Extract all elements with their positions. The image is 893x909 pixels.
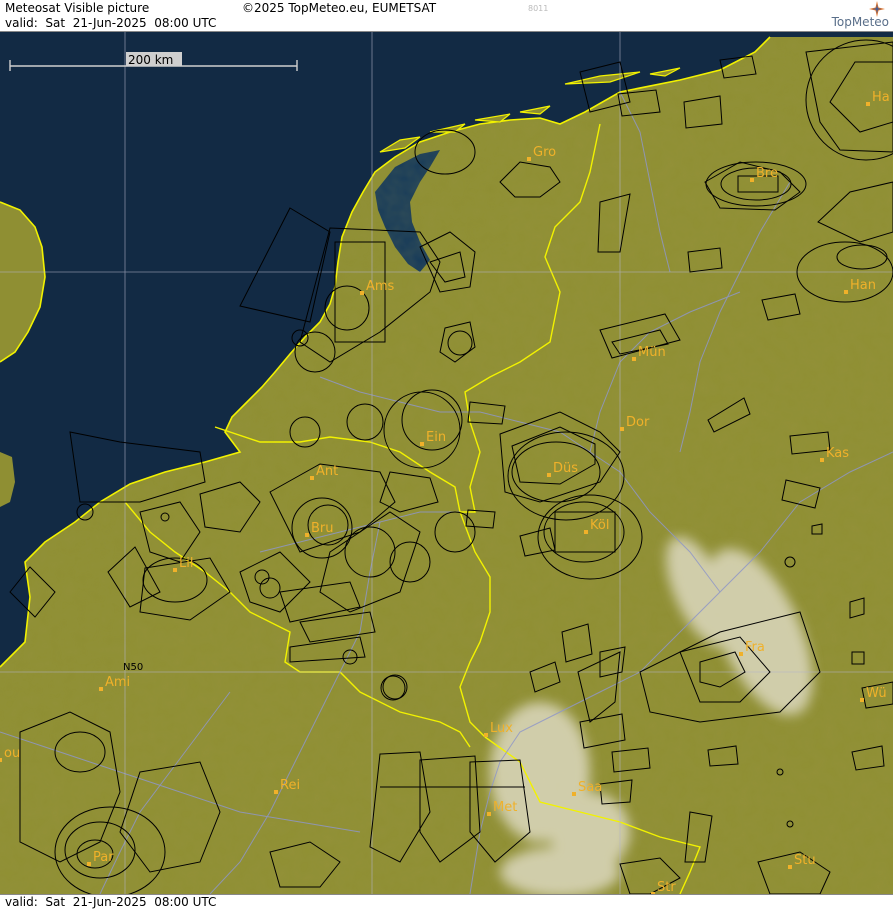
city-label: Han [850, 278, 876, 293]
city-marker [484, 733, 488, 737]
image-footer: valid: Sat 21-Jun-2025 08:00 UTC [0, 894, 893, 909]
city-marker [420, 442, 424, 446]
city-marker [572, 792, 576, 796]
city-label: Gro [533, 145, 556, 160]
city-marker [820, 458, 824, 462]
map-canvas: 200 km N50 Gro Bre Ha Han Ams Mün Dor Ein Kas Ant… [0, 32, 893, 898]
city-marker [99, 687, 103, 691]
city-marker [739, 652, 743, 656]
city-label: Stu [794, 853, 816, 868]
city-marker [173, 568, 177, 572]
image-title: Meteosat Visible picture [5, 1, 150, 15]
city-marker [310, 476, 314, 480]
city-label: Fra [745, 640, 765, 655]
city-label: Saa [578, 780, 602, 795]
city-marker [866, 102, 870, 106]
topmeteo-logo: TopMeteo [789, 1, 889, 31]
city-marker [305, 533, 309, 537]
city-label: Dor [626, 415, 650, 430]
city-label: Str [657, 880, 676, 894]
city-marker [584, 530, 588, 534]
control-zone-label: N50 [123, 662, 143, 673]
city-marker [0, 758, 2, 762]
city-label: Par [93, 850, 114, 865]
city-label: Met [493, 800, 517, 815]
city-marker [788, 865, 792, 869]
city-label: Köl [590, 518, 609, 533]
city-label: Ant [316, 464, 338, 479]
image-code: 8011 [528, 4, 549, 13]
city-label: Ein [426, 430, 446, 445]
image-header: Meteosat Visible picture valid: Sat 21-J… [0, 0, 893, 32]
city-marker [632, 357, 636, 361]
city-marker [860, 698, 864, 702]
city-marker [87, 862, 91, 866]
city-marker [274, 790, 278, 794]
city-label: Bru [311, 521, 334, 536]
city-marker [844, 290, 848, 294]
city-label: Kas [826, 446, 849, 461]
satellite-map: 200 km N50 Gro Bre Ha Han Ams Mün Dor Ein Kas Ant… [0, 32, 893, 898]
city-marker [620, 427, 624, 431]
copyright-text: ©2025 TopMeteo.eu, EUMETSAT [242, 1, 437, 15]
city-label: ou [4, 746, 20, 761]
city-label: Rei [280, 778, 300, 793]
city-marker [547, 473, 551, 477]
city-label: Mün [638, 345, 666, 360]
valid-time: valid: Sat 21-Jun-2025 08:00 UTC [5, 16, 217, 30]
city-marker [487, 812, 491, 816]
city-label: Bre [756, 166, 778, 181]
city-marker [360, 291, 364, 295]
city-label: Ams [366, 279, 395, 294]
city-label: Ami [105, 675, 130, 690]
city-label: Wü [866, 686, 887, 701]
city-label: Düs [553, 461, 578, 476]
city-label: Lil [179, 556, 193, 571]
scale-label: 200 km [128, 53, 173, 67]
logo-text: TopMeteo [831, 15, 889, 29]
city-marker [527, 157, 531, 161]
city-marker [750, 178, 754, 182]
city-label: Lux [490, 721, 513, 736]
footer-valid-time: valid: Sat 21-Jun-2025 08:00 UTC [5, 895, 217, 909]
city-label: Ha [872, 90, 890, 105]
